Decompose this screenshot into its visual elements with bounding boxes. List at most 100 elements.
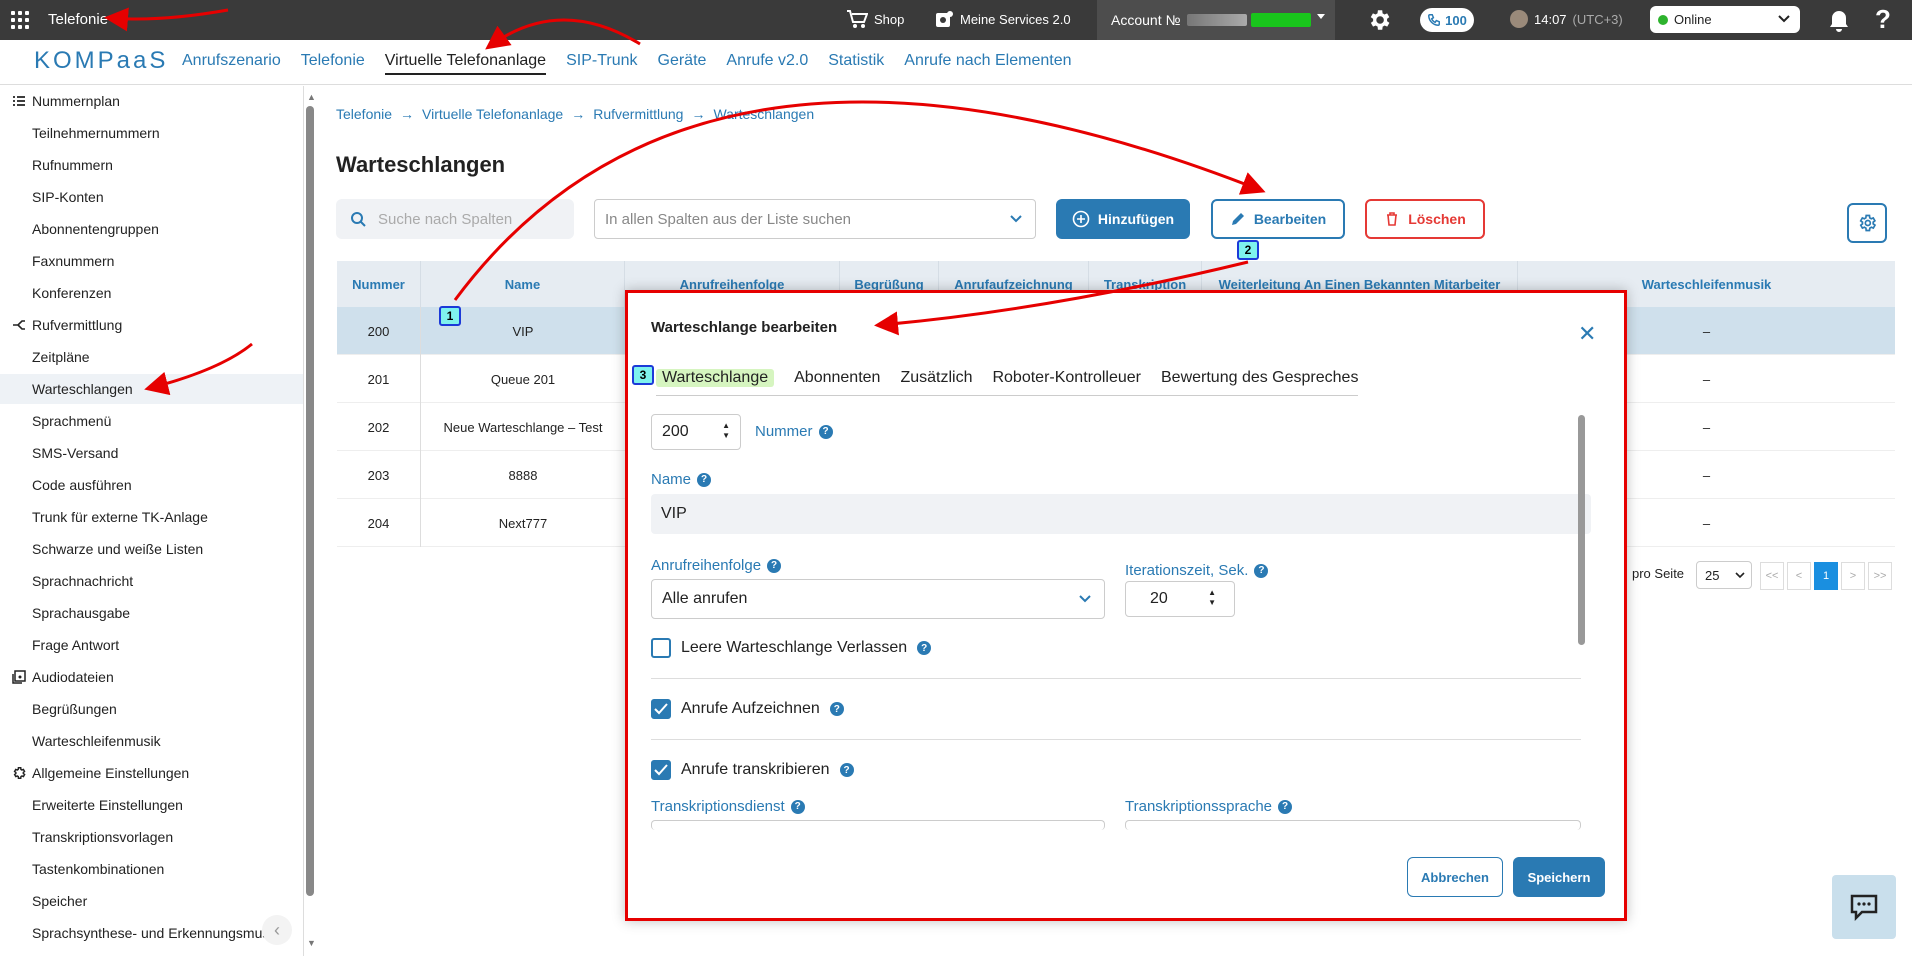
help-icon[interactable]: ? [917, 641, 932, 655]
sidebar-item[interactable]: Schwarze und weiße Listen [0, 534, 303, 564]
sidebar-item[interactable]: Sprachausgabe [0, 598, 303, 628]
sidebar-collapse-button[interactable]: ‹ [262, 915, 292, 945]
stepper-arrows-icon[interactable]: ▲ ▼ [1208, 588, 1216, 608]
add-button[interactable]: Hinzufügen [1056, 199, 1190, 239]
status-select[interactable]: Online [1650, 6, 1800, 33]
sidebar-item[interactable]: Code ausführen [0, 470, 303, 500]
edit-button[interactable]: Bearbeiten [1211, 199, 1345, 239]
record-checkbox-row[interactable]: Anrufe Aufzeichnen ? [651, 699, 844, 719]
sidebar-item[interactable]: Konferenzen [0, 278, 303, 308]
all-columns-search-select[interactable]: In allen Spalten aus der Liste suchen [594, 199, 1036, 239]
page-current-button[interactable]: 1 [1814, 562, 1838, 590]
nav-tab-sip-trunk[interactable]: SIP-Trunk [566, 52, 637, 75]
sidebar-item[interactable]: Erweiterte Einstellungen [0, 790, 303, 820]
tab-roboter-kontrolleuer[interactable]: Roboter-Kontrolleuer [992, 369, 1141, 387]
help-icon[interactable]: ? [829, 702, 844, 716]
sidebar-item[interactable]: Trunk für externe TK-Anlage [0, 502, 303, 532]
nav-tab-telefonie[interactable]: Telefonie [301, 52, 365, 75]
tab-warteschlange[interactable]: Warteschlange [656, 369, 775, 387]
apps-grid-icon[interactable] [11, 11, 29, 29]
page-prev-button[interactable]: < [1787, 562, 1811, 590]
kompaas-logo[interactable]: KOMPaaS [34, 47, 168, 75]
sidebar-item[interactable]: Allgemeine Einstellungen [0, 758, 303, 788]
column-search-input[interactable]: Suche nach Spalten [336, 199, 574, 239]
nav-tab-virtuelle-telefonanlage[interactable]: Virtuelle Telefonanlage [384, 52, 547, 75]
breadcrumb-item[interactable]: Telefonie [336, 106, 392, 122]
services-link[interactable]: Meine Services 2.0 [934, 9, 1071, 29]
modal-scrollbar[interactable] [1578, 415, 1585, 645]
bell-icon[interactable] [1828, 9, 1850, 33]
gear-icon[interactable] [1366, 7, 1392, 33]
help-icon[interactable]: ? [839, 763, 854, 777]
leave-empty-checkbox[interactable] [651, 638, 671, 658]
help-icon[interactable]: ? [818, 424, 833, 439]
shop-link[interactable]: Shop [846, 9, 904, 29]
order-select[interactable]: Alle anrufen [651, 579, 1105, 619]
column-header-nummer[interactable]: Nummer [337, 261, 421, 307]
sidebar-item[interactable]: Faxnummern [0, 246, 303, 276]
sidebar-item[interactable]: Speicher [0, 886, 303, 916]
leave-empty-checkbox-row[interactable]: Leere Warteschlange Verlassen ? [651, 638, 932, 658]
name-input[interactable]: VIP [651, 494, 1591, 534]
sidebar-item[interactable]: Warteschlangen [0, 374, 303, 404]
breadcrumb-item[interactable]: Warteschlangen [713, 106, 814, 122]
close-icon[interactable]: ✕ [1578, 321, 1596, 347]
sidebar-item[interactable]: Zeitpläne [0, 342, 303, 372]
nav-tab-anrufe-nach-elementen[interactable]: Anrufe nach Elementen [904, 52, 1071, 75]
sidebar-item[interactable]: Tastenkombinationen [0, 854, 303, 884]
sidebar-item[interactable]: Frage Antwort [0, 630, 303, 660]
nav-tab-statistik[interactable]: Statistik [828, 52, 884, 75]
sidebar-item[interactable]: Rufnummern [0, 150, 303, 180]
sidebar-item[interactable]: Sprachsynthese- und Erkennungsmus [0, 918, 303, 948]
sidebar-item[interactable]: Transkriptionsvorlagen [0, 822, 303, 852]
help-icon[interactable]: ? [1875, 4, 1891, 35]
tab-abonnenten[interactable]: Abonnenten [794, 369, 880, 387]
record-checkbox[interactable] [651, 699, 671, 719]
sidebar-item[interactable]: Abonnentengruppen [0, 214, 303, 244]
help-icon[interactable]: ? [697, 472, 712, 487]
sidebar-item[interactable]: Begrüßungen [0, 694, 303, 724]
scroll-down-arrow[interactable]: ▼ [307, 938, 316, 948]
sidebar-item[interactable]: Nummernplan [0, 86, 303, 116]
sidebar-item[interactable]: Audiodateien [0, 662, 303, 692]
transcribe-checkbox-row[interactable]: Anrufe transkribieren ? [651, 760, 854, 780]
tab-bewertung[interactable]: Bewertung des Gespreches [1161, 369, 1358, 387]
sidebar-item[interactable]: Sprachnachricht [0, 566, 303, 596]
calls-counter[interactable]: 100 [1420, 8, 1474, 32]
help-icon[interactable]: ? [1278, 799, 1293, 814]
scroll-up-arrow[interactable]: ▲ [307, 92, 316, 102]
breadcrumb-item[interactable]: Rufvermittlung [593, 106, 683, 122]
user-avatar[interactable] [1510, 10, 1528, 28]
per-page-select[interactable]: 25 [1696, 561, 1752, 589]
sidebar-item[interactable]: Sprachmenü [0, 406, 303, 436]
help-icon[interactable]: ? [1254, 563, 1269, 578]
help-icon[interactable]: ? [767, 558, 782, 573]
sidebar-item[interactable]: SMS-Versand [0, 438, 303, 468]
sidebar-item[interactable]: Rufvermittlung [0, 310, 303, 340]
table-settings-button[interactable] [1847, 203, 1887, 243]
transcription-language-select[interactable] [1125, 820, 1581, 830]
transcribe-checkbox[interactable] [651, 760, 671, 780]
page-first-button[interactable]: << [1760, 562, 1784, 590]
account-selector[interactable]: Account № [1097, 0, 1335, 40]
save-button[interactable]: Speichern [1513, 857, 1605, 897]
sidebar-item[interactable]: Teilnehmernummern [0, 118, 303, 148]
stepper-arrows-icon[interactable]: ▲ ▼ [722, 421, 730, 441]
transcription-service-select[interactable] [651, 820, 1105, 830]
tab-zusaetzlich[interactable]: Zusätzlich [900, 369, 972, 387]
delete-button[interactable]: Löschen [1365, 199, 1485, 239]
column-header-name[interactable]: Name [421, 261, 625, 307]
sidebar-scrollbar[interactable] [306, 106, 314, 896]
page-next-button[interactable]: > [1841, 562, 1865, 590]
page-last-button[interactable]: >> [1868, 562, 1892, 590]
help-icon[interactable]: ? [790, 799, 805, 814]
iteration-stepper[interactable]: 20 ▲ ▼ [1125, 581, 1235, 617]
nav-tab-anrufe-v2[interactable]: Anrufe v2.0 [726, 52, 808, 75]
number-stepper[interactable]: 200 ▲ ▼ [651, 414, 741, 450]
chat-button[interactable] [1832, 875, 1896, 939]
nav-tab-anrufszenario[interactable]: Anrufszenario [182, 52, 281, 75]
sidebar-item[interactable]: Warteschleifenmusik [0, 726, 303, 756]
cancel-button[interactable]: Abbrechen [1407, 857, 1503, 897]
breadcrumb-item[interactable]: Virtuelle Telefonanlage [422, 106, 563, 122]
sidebar-item[interactable]: SIP-Konten [0, 182, 303, 212]
